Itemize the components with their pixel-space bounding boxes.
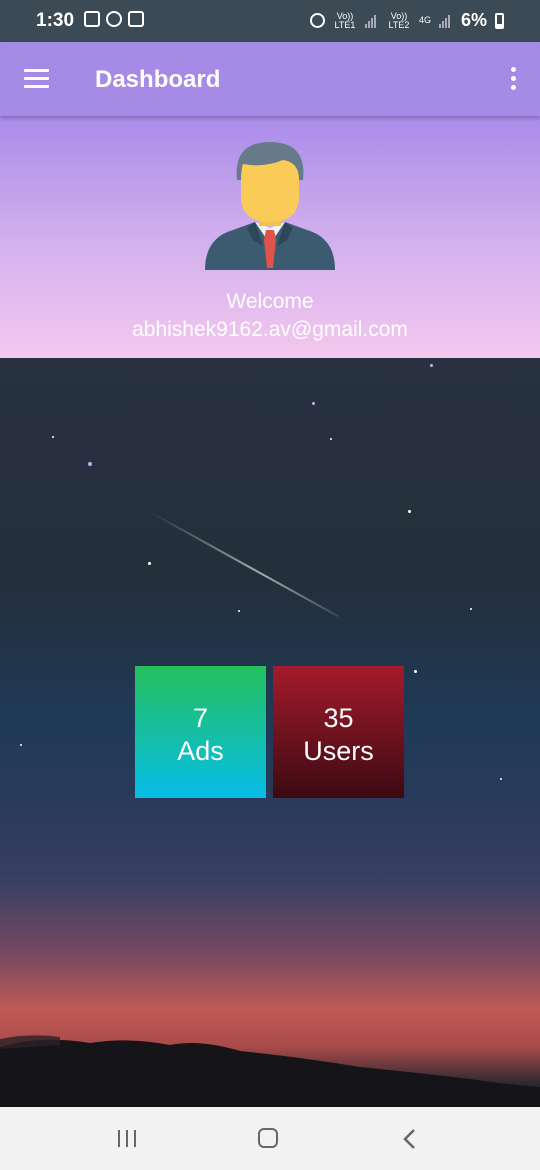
whatsapp-icon (106, 11, 122, 27)
sim1-label: Vo)) LTE1 (334, 10, 356, 30)
alarm-icon (309, 13, 325, 28)
horizon-silhouette (0, 1035, 540, 1107)
shooting-star (149, 511, 339, 618)
ads-label: Ads (177, 736, 224, 766)
page-title: Dashboard (95, 66, 221, 93)
star (88, 462, 92, 466)
star (470, 608, 472, 610)
star (414, 670, 417, 673)
recent-apps-icon[interactable] (108, 1125, 148, 1153)
status-bar: 1:30 Vo)) LTE1 Vo)) LTE2 4G 6% (0, 0, 540, 42)
home-icon[interactable] (248, 1125, 288, 1153)
more-vert-icon[interactable] (508, 67, 518, 91)
star (500, 778, 502, 780)
back-icon[interactable] (390, 1125, 430, 1153)
ads-count: 7 (192, 703, 209, 733)
star (52, 436, 54, 438)
background-image (0, 358, 540, 1107)
signal2-icon (438, 14, 453, 28)
hamburger-icon[interactable] (24, 69, 49, 89)
status-right: Vo)) LTE1 Vo)) LTE2 4G 6% (309, 10, 504, 31)
network-type: 4G (418, 15, 431, 25)
system-nav-bar (0, 1107, 540, 1170)
sim2-label: Vo)) LTE2 (388, 10, 410, 30)
profile-header: Welcome abhishek9162.av@gmail.com (0, 116, 540, 358)
users-stat-card[interactable]: 35 Users (273, 666, 404, 798)
businessman-avatar-icon (205, 142, 335, 270)
app-bar: Dashboard (0, 42, 540, 116)
welcome-text: Welcome (226, 290, 314, 313)
user-email: abhishek9162.av@gmail.com (132, 318, 408, 341)
star (408, 510, 411, 513)
gallery-icon (84, 11, 100, 27)
star (330, 438, 332, 440)
star (20, 744, 22, 746)
star (430, 364, 433, 367)
users-label: Users (303, 736, 374, 766)
notification-icons (84, 11, 144, 27)
wifi-calling-icon (128, 11, 144, 27)
star (148, 562, 151, 565)
signal1-icon (364, 14, 379, 28)
star (238, 610, 240, 612)
status-time: 1:30 (36, 10, 75, 31)
ads-stat-card[interactable]: 7 Ads (135, 666, 266, 798)
users-count: 35 (323, 703, 354, 733)
battery-percent: 6% (460, 10, 487, 30)
battery-icon (495, 12, 504, 29)
star (312, 402, 315, 405)
